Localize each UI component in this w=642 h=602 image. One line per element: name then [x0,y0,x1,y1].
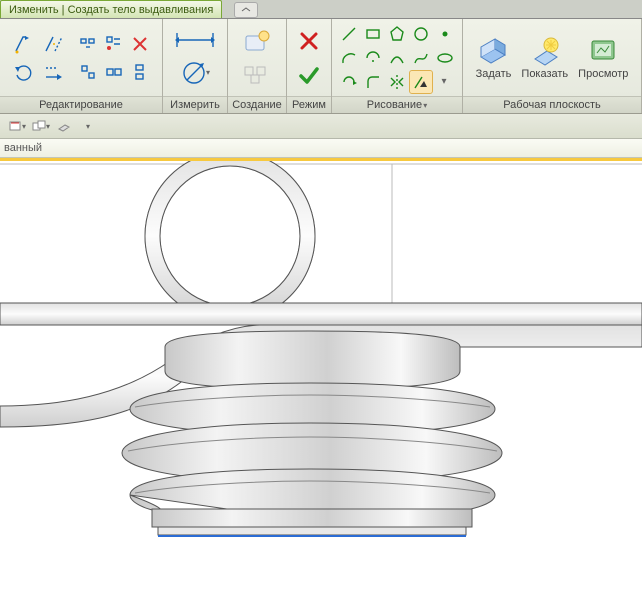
draw-more[interactable]: ▾ [434,71,456,93]
context-tab[interactable]: Изменить | Создать тело выдавливания [0,0,222,18]
draw-point[interactable] [434,23,456,45]
panel-mode-label: Режим [287,96,331,113]
undo-button[interactable] [11,59,37,85]
align-button[interactable] [41,59,67,85]
draw-fillet[interactable] [362,71,384,93]
panel-draw: ▾ Рисование ▾ [332,19,463,113]
create-small-button[interactable] [240,62,274,88]
draw-pick[interactable] [338,71,360,93]
workplane-show-label: Показать [521,68,568,80]
panel-mode: Режим [287,19,332,113]
small-btn-3[interactable] [127,31,153,57]
draw-arc2[interactable] [362,47,384,69]
modify-button-1[interactable] [11,31,37,57]
draw-ellipse[interactable] [434,47,456,69]
small-btn-2[interactable] [101,31,127,57]
panel-create: Создание [228,19,287,113]
tab-strip: Изменить | Создать тело выдавливания [0,0,642,19]
small-btn-5[interactable] [101,59,127,85]
panel-measure: ▾ Измерить [163,19,228,113]
draw-arc3[interactable] [386,47,408,69]
context-tab-label: Изменить | Создать тело выдавливания [9,4,213,16]
model-viewport[interactable] [0,158,642,602]
workplane-set-label: Задать [476,68,512,80]
panel-edit-label: Редактирование [0,96,162,113]
create-big-button[interactable] [240,28,274,58]
finish-button[interactable] [294,61,324,89]
model-drawing [0,161,642,602]
draw-pick-lines[interactable] [410,71,432,93]
cancel-button[interactable] [294,27,324,55]
small-btn-4[interactable] [75,59,101,85]
draw-spline[interactable] [410,47,432,69]
panel-workplane: Задать Показать Просмотр Рабочая плоскос… [463,19,642,113]
workplane-show-button[interactable]: Показать [517,35,572,80]
panel-measure-label: Измерить [163,96,227,113]
dimension-button[interactable] [170,27,220,53]
panel-create-label: Создание [228,96,286,113]
draw-poly[interactable] [386,23,408,45]
ribbon-collapse-toggle[interactable] [234,2,258,18]
workplane-set-button[interactable]: Задать [472,35,516,80]
quick-access-toolbar: ▾ ▾ ▾ [0,114,642,139]
modify-button-2[interactable] [41,31,67,57]
small-btn-1[interactable] [75,31,101,57]
panel-draw-label: Рисование ▾ [332,96,462,113]
ribbon: Редактирование ▾ Измерить Создание Режим [0,19,642,114]
qat-btn-2[interactable]: ▾ [30,117,52,135]
diameter-button[interactable]: ▾ [179,57,211,89]
workplane-viewer-button[interactable]: Просмотр [574,35,632,80]
draw-mirror[interactable] [386,71,408,93]
draw-circle[interactable] [410,23,432,45]
qat-btn-1[interactable]: ▾ [6,117,28,135]
draw-arc1[interactable] [338,47,360,69]
draw-line[interactable] [338,23,360,45]
qat-btn-3[interactable] [54,117,76,135]
qat-btn-4[interactable]: ▾ [78,117,100,135]
panel-workplane-label: Рабочая плоскость [463,96,641,113]
draw-rect[interactable] [362,23,384,45]
small-btn-6[interactable] [127,59,153,85]
workplane-viewer-label: Просмотр [578,68,628,80]
breadcrumb-bar: ванный [0,139,642,158]
breadcrumb-text: ванный [4,142,42,154]
panel-edit: Редактирование [0,19,163,113]
